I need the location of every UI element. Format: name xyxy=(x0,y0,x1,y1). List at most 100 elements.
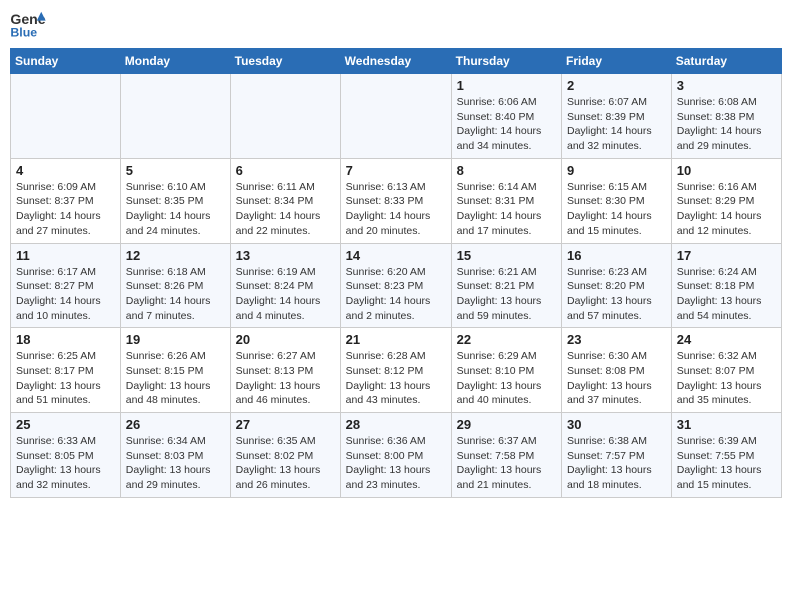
day-info: Sunrise: 6:24 AM Sunset: 8:18 PM Dayligh… xyxy=(677,265,776,324)
weekday-header-sunday: Sunday xyxy=(11,49,121,74)
day-number: 24 xyxy=(677,332,776,347)
day-info: Sunrise: 6:29 AM Sunset: 8:10 PM Dayligh… xyxy=(457,349,556,408)
day-info: Sunrise: 6:30 AM Sunset: 8:08 PM Dayligh… xyxy=(567,349,666,408)
calendar-cell: 12Sunrise: 6:18 AM Sunset: 8:26 PM Dayli… xyxy=(120,243,230,328)
day-info: Sunrise: 6:27 AM Sunset: 8:13 PM Dayligh… xyxy=(236,349,335,408)
day-info: Sunrise: 6:19 AM Sunset: 8:24 PM Dayligh… xyxy=(236,265,335,324)
calendar-cell xyxy=(120,74,230,159)
calendar-cell: 10 Sunrise: 6:16 AM Sunset: 8:29 PM Dayli… xyxy=(671,158,781,243)
calendar-cell: 4 Sunrise: 6:09 AM Sunset: 8:37 PM Daylig… xyxy=(11,158,121,243)
day-info: Sunrise: 6:26 AM Sunset: 8:15 PM Dayligh… xyxy=(126,349,225,408)
calendar-cell: 3 Sunrise: 6:08 AM Sunset: 8:38 PM Daylig… xyxy=(671,74,781,159)
calendar-cell: 16 Sunrise: 6:23 AM Sunset: 8:20 PM Dayli… xyxy=(562,243,672,328)
calendar-cell: 6 Sunrise: 6:11 AM Sunset: 8:34 PM Daylig… xyxy=(230,158,340,243)
calendar-cell: 21 Sunrise: 6:28 AM Sunset: 8:12 PM Dayli… xyxy=(340,328,451,413)
weekday-header-friday: Friday xyxy=(562,49,672,74)
calendar-cell xyxy=(230,74,340,159)
day-number: 3 xyxy=(677,78,776,93)
calendar-cell: 11 Sunrise: 6:17 AM Sunset: 8:27 PM Dayli… xyxy=(11,243,121,328)
calendar-cell: 24Sunrise: 6:32 AM Sunset: 8:07 PM Dayli… xyxy=(671,328,781,413)
day-info: Sunrise: 6:16 AM Sunset: 8:29 PM Dayligh… xyxy=(677,180,776,239)
calendar-week-row: 18 Sunrise: 6:25 AM Sunset: 8:17 PM Dayli… xyxy=(11,328,782,413)
day-number: 9 xyxy=(567,163,666,178)
day-number: 1 xyxy=(457,78,556,93)
day-info: Sunrise: 6:11 AM Sunset: 8:34 PM Dayligh… xyxy=(236,180,335,239)
day-number: 18 xyxy=(16,332,115,347)
day-number: 21 xyxy=(346,332,446,347)
calendar-table: SundayMondayTuesdayWednesdayThursdayFrid… xyxy=(10,48,782,498)
day-info: Sunrise: 6:28 AM Sunset: 8:12 PM Dayligh… xyxy=(346,349,446,408)
calendar-header-row: SundayMondayTuesdayWednesdayThursdayFrid… xyxy=(11,49,782,74)
calendar-cell xyxy=(340,74,451,159)
calendar-cell: 30 Sunrise: 6:38 AM Sunset: 7:57 PM Dayli… xyxy=(562,413,672,498)
day-info: Sunrise: 6:20 AM Sunset: 8:23 PM Dayligh… xyxy=(346,265,446,324)
page-header: General Blue xyxy=(10,10,782,40)
day-number: 27 xyxy=(236,417,335,432)
calendar-cell: 26 Sunrise: 6:34 AM Sunset: 8:03 PM Dayli… xyxy=(120,413,230,498)
calendar-cell: 25 Sunrise: 6:33 AM Sunset: 8:05 PM Dayli… xyxy=(11,413,121,498)
calendar-cell: 27Sunrise: 6:35 AM Sunset: 8:02 PM Dayli… xyxy=(230,413,340,498)
day-info: Sunrise: 6:25 AM Sunset: 8:17 PM Dayligh… xyxy=(16,349,115,408)
day-info: Sunrise: 6:33 AM Sunset: 8:05 PM Dayligh… xyxy=(16,434,115,493)
calendar-cell: 19 Sunrise: 6:26 AM Sunset: 8:15 PM Dayli… xyxy=(120,328,230,413)
calendar-cell: 13 Sunrise: 6:19 AM Sunset: 8:24 PM Dayli… xyxy=(230,243,340,328)
day-info: Sunrise: 6:36 AM Sunset: 8:00 PM Dayligh… xyxy=(346,434,446,493)
calendar-cell: 1 Sunrise: 6:06 AM Sunset: 8:40 PM Daylig… xyxy=(451,74,561,159)
weekday-header-thursday: Thursday xyxy=(451,49,561,74)
calendar-cell: 14 Sunrise: 6:20 AM Sunset: 8:23 PM Dayli… xyxy=(340,243,451,328)
day-number: 26 xyxy=(126,417,225,432)
day-number: 16 xyxy=(567,248,666,263)
calendar-cell: 31Sunrise: 6:39 AM Sunset: 7:55 PM Dayli… xyxy=(671,413,781,498)
day-number: 7 xyxy=(346,163,446,178)
day-number: 10 xyxy=(677,163,776,178)
day-number: 17 xyxy=(677,248,776,263)
day-info: Sunrise: 6:21 AM Sunset: 8:21 PM Dayligh… xyxy=(457,265,556,324)
day-number: 19 xyxy=(126,332,225,347)
day-number: 13 xyxy=(236,248,335,263)
weekday-header-saturday: Saturday xyxy=(671,49,781,74)
calendar-week-row: 4 Sunrise: 6:09 AM Sunset: 8:37 PM Daylig… xyxy=(11,158,782,243)
day-number: 28 xyxy=(346,417,446,432)
calendar-cell: 23Sunrise: 6:30 AM Sunset: 8:08 PM Dayli… xyxy=(562,328,672,413)
day-info: Sunrise: 6:37 AM Sunset: 7:58 PM Dayligh… xyxy=(457,434,556,493)
day-number: 25 xyxy=(16,417,115,432)
calendar-cell: 28 Sunrise: 6:36 AM Sunset: 8:00 PM Dayli… xyxy=(340,413,451,498)
day-number: 14 xyxy=(346,248,446,263)
day-info: Sunrise: 6:39 AM Sunset: 7:55 PM Dayligh… xyxy=(677,434,776,493)
weekday-header-wednesday: Wednesday xyxy=(340,49,451,74)
day-info: Sunrise: 6:34 AM Sunset: 8:03 PM Dayligh… xyxy=(126,434,225,493)
logo-icon: General Blue xyxy=(10,10,46,40)
day-info: Sunrise: 6:14 AM Sunset: 8:31 PM Dayligh… xyxy=(457,180,556,239)
calendar-week-row: 25 Sunrise: 6:33 AM Sunset: 8:05 PM Dayli… xyxy=(11,413,782,498)
day-info: Sunrise: 6:13 AM Sunset: 8:33 PM Dayligh… xyxy=(346,180,446,239)
day-info: Sunrise: 6:38 AM Sunset: 7:57 PM Dayligh… xyxy=(567,434,666,493)
calendar-cell: 18 Sunrise: 6:25 AM Sunset: 8:17 PM Dayli… xyxy=(11,328,121,413)
day-info: Sunrise: 6:23 AM Sunset: 8:20 PM Dayligh… xyxy=(567,265,666,324)
calendar-cell: 20 Sunrise: 6:27 AM Sunset: 8:13 PM Dayli… xyxy=(230,328,340,413)
weekday-header-monday: Monday xyxy=(120,49,230,74)
day-info: Sunrise: 6:09 AM Sunset: 8:37 PM Dayligh… xyxy=(16,180,115,239)
day-number: 15 xyxy=(457,248,556,263)
day-info: Sunrise: 6:08 AM Sunset: 8:38 PM Dayligh… xyxy=(677,95,776,154)
day-number: 4 xyxy=(16,163,115,178)
day-number: 6 xyxy=(236,163,335,178)
day-number: 8 xyxy=(457,163,556,178)
day-number: 30 xyxy=(567,417,666,432)
day-number: 22 xyxy=(457,332,556,347)
calendar-cell: 2 Sunrise: 6:07 AM Sunset: 8:39 PM Daylig… xyxy=(562,74,672,159)
calendar-cell: 9Sunrise: 6:15 AM Sunset: 8:30 PM Daylig… xyxy=(562,158,672,243)
day-info: Sunrise: 6:17 AM Sunset: 8:27 PM Dayligh… xyxy=(16,265,115,324)
day-number: 20 xyxy=(236,332,335,347)
day-number: 11 xyxy=(16,248,115,263)
day-info: Sunrise: 6:07 AM Sunset: 8:39 PM Dayligh… xyxy=(567,95,666,154)
weekday-header-tuesday: Tuesday xyxy=(230,49,340,74)
calendar-cell: 15 Sunrise: 6:21 AM Sunset: 8:21 PM Dayli… xyxy=(451,243,561,328)
calendar-cell xyxy=(11,74,121,159)
calendar-cell: 29 Sunrise: 6:37 AM Sunset: 7:58 PM Dayli… xyxy=(451,413,561,498)
day-info: Sunrise: 6:06 AM Sunset: 8:40 PM Dayligh… xyxy=(457,95,556,154)
day-number: 29 xyxy=(457,417,556,432)
svg-text:Blue: Blue xyxy=(10,25,37,39)
day-info: Sunrise: 6:10 AM Sunset: 8:35 PM Dayligh… xyxy=(126,180,225,239)
day-number: 2 xyxy=(567,78,666,93)
calendar-cell: 22 Sunrise: 6:29 AM Sunset: 8:10 PM Dayli… xyxy=(451,328,561,413)
